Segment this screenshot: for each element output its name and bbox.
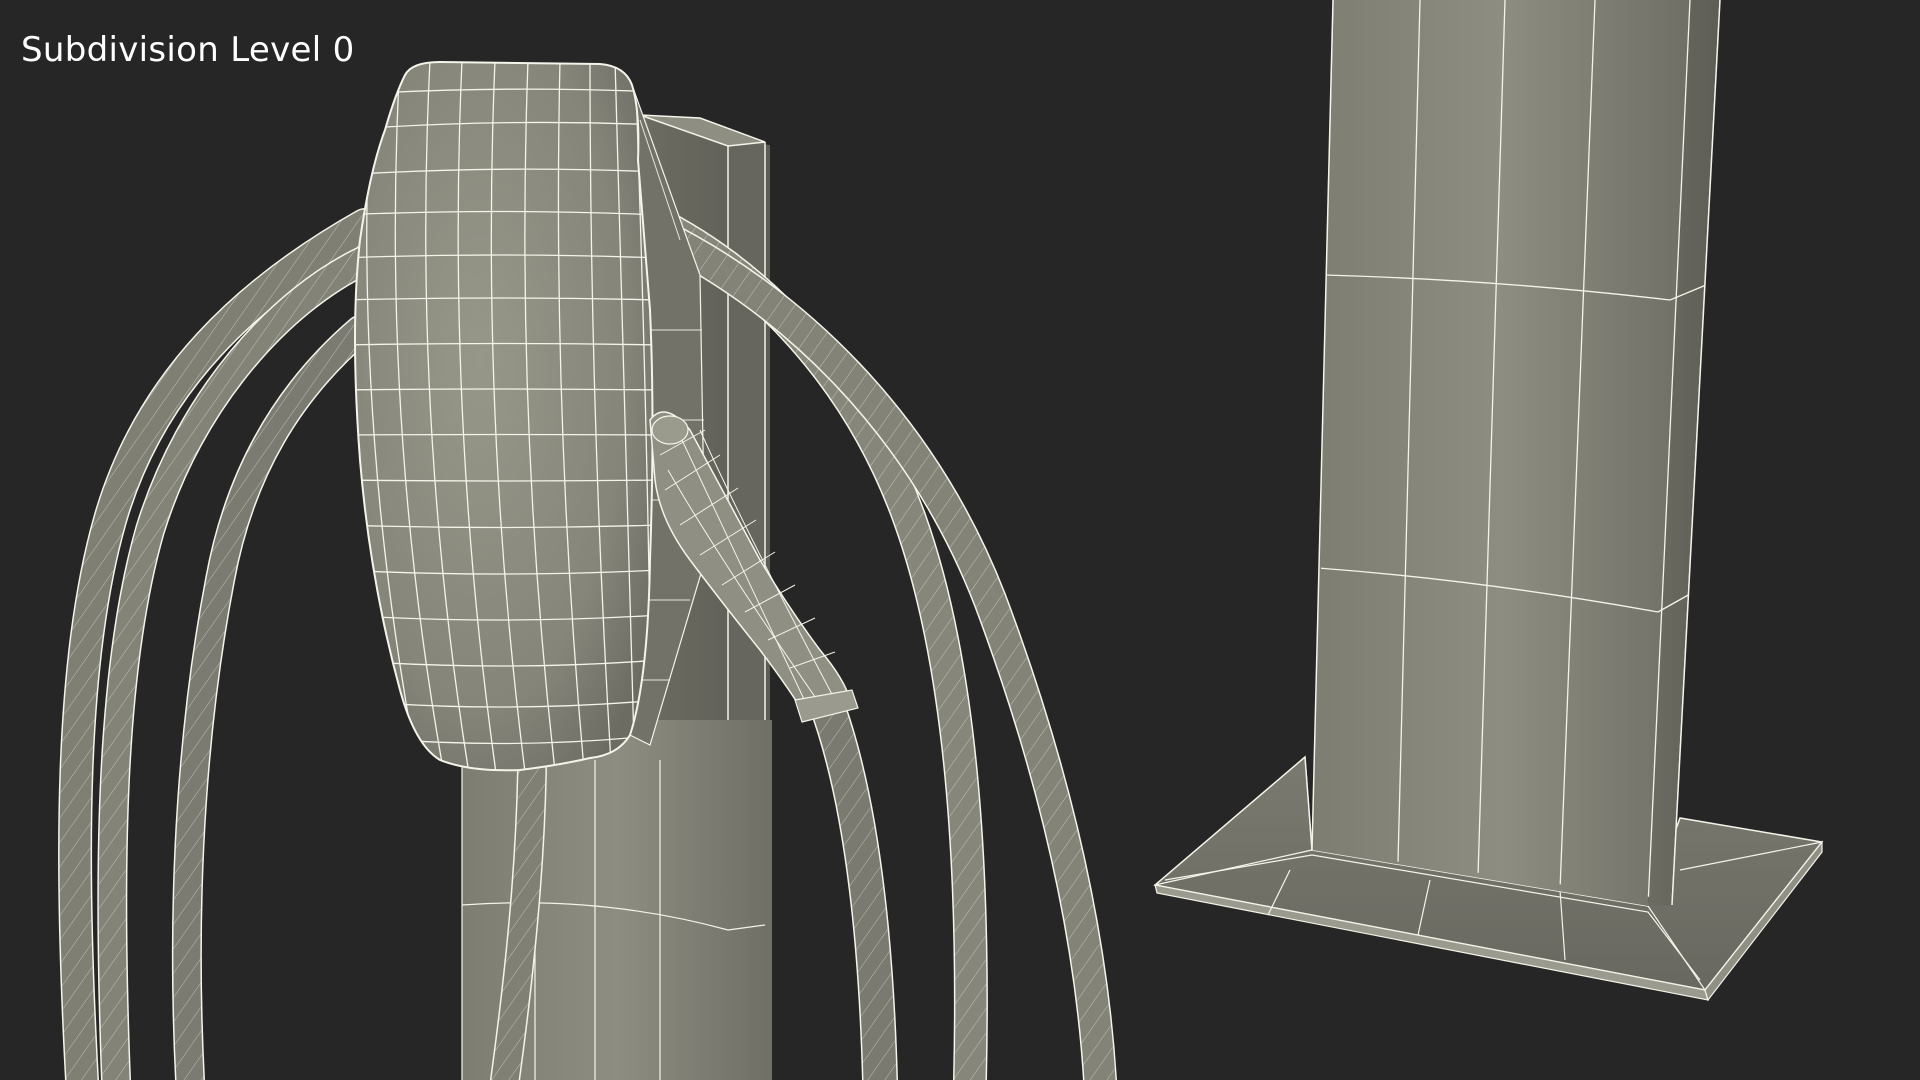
post-base-model [1153, 0, 1824, 1002]
charger-body [354, 60, 654, 772]
viewport: Subdivision Level 0 [0, 0, 1920, 1080]
charger-model [58, 60, 1117, 1080]
cable-loops-left [58, 208, 382, 1080]
subdivision-level-label: Subdivision Level 0 [21, 30, 355, 70]
render-canvas [58, 0, 1824, 1080]
